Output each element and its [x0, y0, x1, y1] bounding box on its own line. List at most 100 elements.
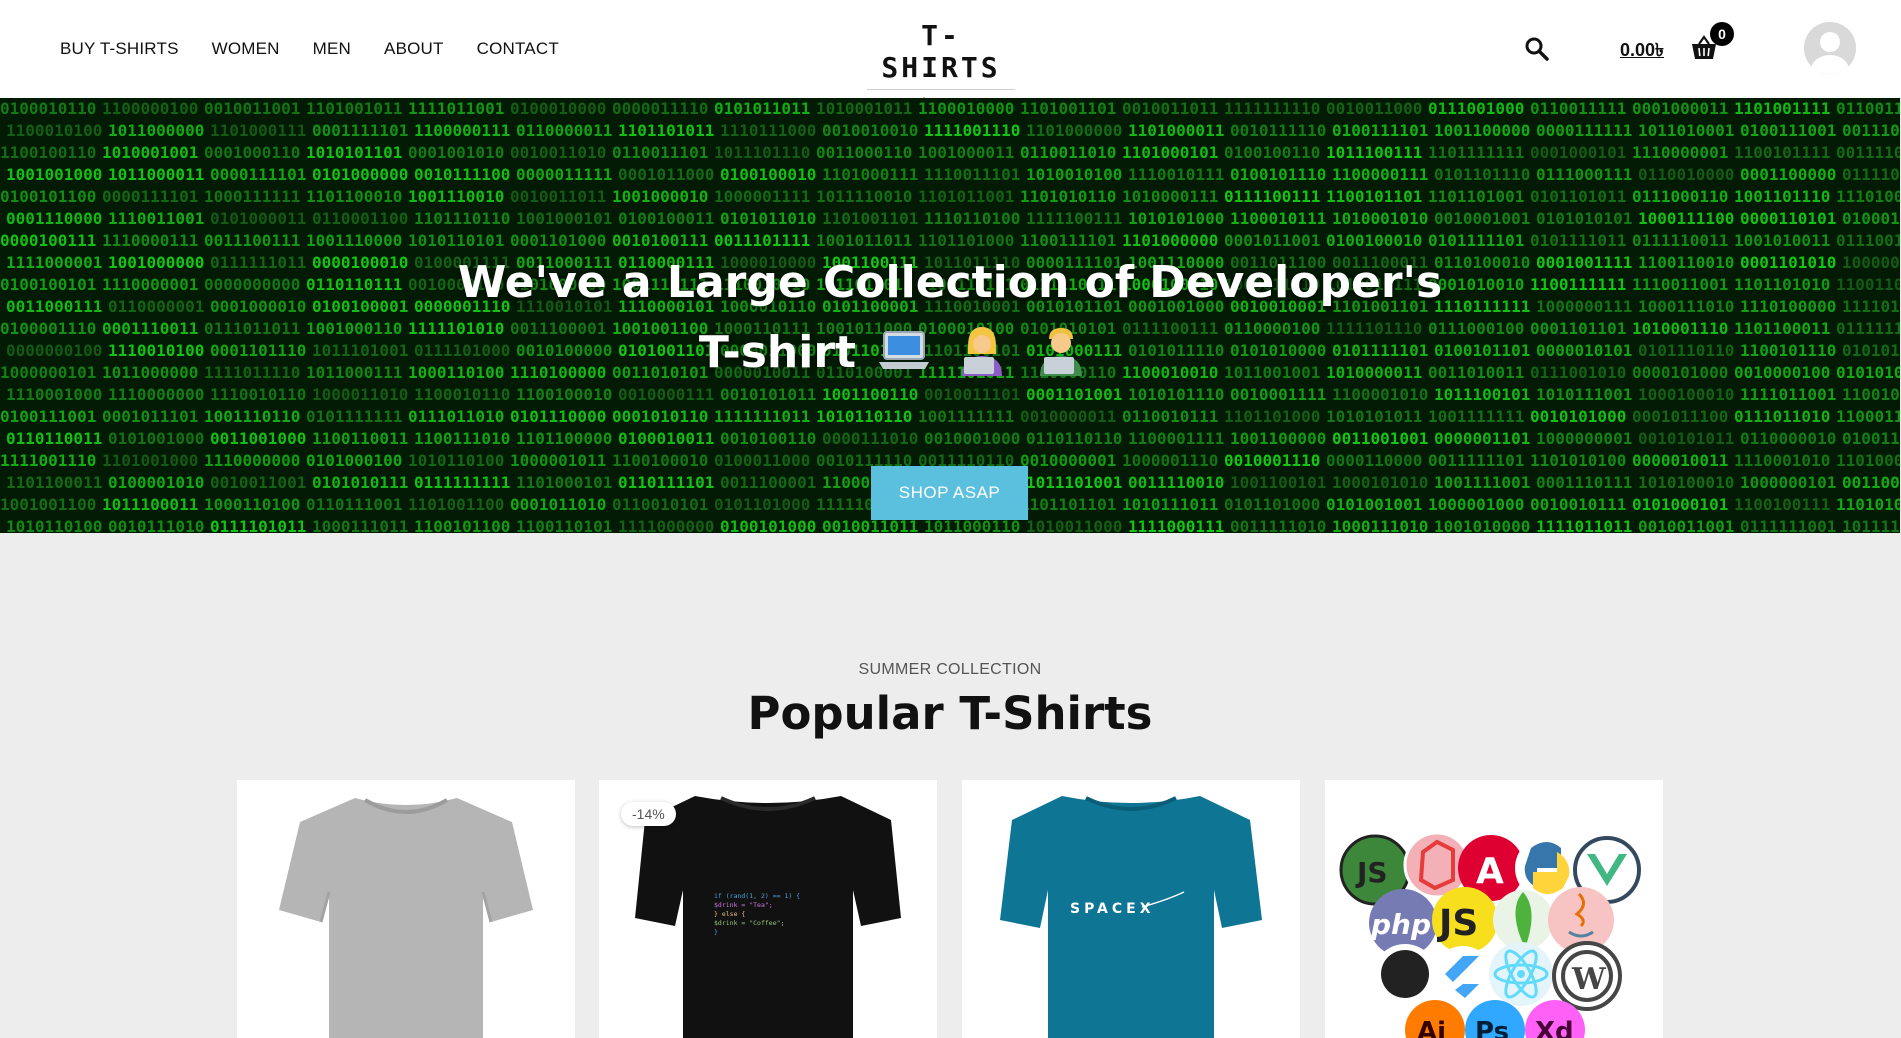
svg-text:1111000111: 1111000111: [1128, 517, 1224, 533]
svg-text:0000111101: 0000111101: [102, 187, 198, 206]
svg-text:0010011010: 0010011010: [510, 143, 606, 162]
svg-text:0110011110: 0110011110: [1836, 99, 1900, 118]
svg-text:0100010000: 0100010000: [510, 99, 606, 118]
product-card-code-tshirt[interactable]: if (rand(1, 2) == 1) { $drink = "Tea"; }…: [599, 780, 937, 1038]
svg-text:1001110110: 1001110110: [204, 407, 300, 426]
svg-text:1010101000: 1010101000: [1128, 209, 1224, 228]
man-technologist-emoji: [1040, 328, 1082, 376]
svg-text:1101001011: 1101001011: [306, 99, 402, 118]
svg-text:0010101011: 0010101011: [1638, 429, 1734, 448]
svg-text:0100111101: 0100111101: [1332, 121, 1428, 140]
svg-text:1110011101: 1110011101: [924, 165, 1020, 184]
svg-text:0001001010: 0001001010: [408, 143, 504, 162]
svg-text:0110110110: 0110110110: [1026, 429, 1122, 448]
svg-text:1010000111: 1010000111: [1122, 187, 1218, 206]
svg-text:1010001011: 1010001011: [816, 99, 912, 118]
svg-text:1001111111: 1001111111: [1428, 407, 1524, 426]
svg-text:1101001101: 1101001101: [1020, 99, 1116, 118]
svg-text:1001100101: 1001100101: [1230, 473, 1326, 492]
svg-text:0110010000: 0110010000: [1638, 165, 1734, 184]
hero-banner: 0100010110 1100010100 1100100110 1001001000…: [0, 98, 1900, 533]
svg-text:1101000101: 1101000101: [1122, 143, 1218, 162]
product-card-tech-logos[interactable]: JS A php JS W Ai Ps Xd: [1325, 780, 1663, 1038]
svg-text:1001000010: 1001000010: [612, 187, 708, 206]
main-nav: BUY T-SHIRTS WOMEN MEN ABOUT CONTACT: [60, 0, 559, 98]
svg-text:0000110000: 0000110000: [1326, 451, 1422, 470]
svg-text:0101000000: 0101000000: [312, 165, 408, 184]
svg-text:0100010110: 0100010110: [0, 99, 96, 118]
print-line-5: }: [714, 928, 718, 936]
svg-text:0000111010: 0000111010: [822, 429, 918, 448]
cart-count-badge: 0: [1710, 22, 1734, 46]
svg-text:1101001100: 1101001100: [408, 495, 504, 514]
svg-text:1111001110: 1111001110: [924, 121, 1020, 140]
svg-text:0101101000: 0101101000: [1224, 495, 1320, 514]
hero-emoji-row: [876, 324, 1088, 376]
svg-text:1000111111: 1000111111: [204, 187, 300, 206]
svg-text:1010001001: 1010001001: [102, 143, 198, 162]
svg-text:0001110111: 0001110111: [1536, 473, 1632, 492]
svg-text:1101101011: 1101101011: [618, 121, 714, 140]
svg-text:0010000001: 0010000001: [1020, 451, 1116, 470]
nav-about[interactable]: ABOUT: [384, 39, 444, 59]
svg-text:1001010000: 1001010000: [1434, 517, 1530, 533]
svg-text:0100101000: 0100101000: [720, 517, 816, 533]
svg-text:1001111111: 1001111111: [918, 407, 1014, 426]
svg-text:1010110110: 1010110110: [816, 407, 912, 426]
svg-text:1100000100: 1100000100: [102, 99, 198, 118]
nav-men[interactable]: MEN: [313, 39, 351, 59]
svg-text:0001100000: 0001100000: [1740, 165, 1836, 184]
svg-text:0100101100: 0100101100: [0, 187, 96, 206]
search-icon[interactable]: [1522, 34, 1552, 64]
user-avatar-icon[interactable]: [1804, 22, 1856, 74]
svg-text:0111101011: 0111101011: [210, 517, 306, 533]
svg-text:1101111111: 1101111111: [1428, 143, 1524, 162]
svg-text:1101001111: 1101001111: [1734, 99, 1830, 118]
svg-text:0000111101: 0000111101: [210, 165, 306, 184]
svg-text:1010100010: 1010100010: [1638, 473, 1734, 492]
shop-asap-button[interactable]: SHOP ASAP: [871, 466, 1028, 520]
svg-text:0101111111: 0101111111: [306, 407, 402, 426]
svg-text:0110011111: 0110011111: [1530, 99, 1626, 118]
cart-total[interactable]: 0.00৳: [1620, 36, 1664, 67]
print-line-4: $drink = "Coffee";: [714, 919, 784, 927]
svg-text:0010101000: 0010101000: [1530, 407, 1626, 426]
svg-text:1000111010: 1000111010: [1332, 517, 1428, 533]
svg-text:0100011000: 0100011000: [714, 451, 810, 470]
svg-text:1001100000: 1001100000: [1434, 121, 1530, 140]
svg-text:1100000111: 1100000111: [414, 121, 510, 140]
svg-text:0111101000: 0111101000: [1842, 165, 1900, 184]
svg-text:1100001111: 1100001111: [1128, 429, 1224, 448]
logo-text-xd: Xd: [1535, 1017, 1574, 1038]
svg-text:0001011000: 0001011000: [618, 165, 714, 184]
product-card-spacex-tshirt[interactable]: SPACEX: [962, 780, 1300, 1038]
svg-text:1100010111: 1100010111: [1230, 209, 1326, 228]
svg-text:0010011001: 0010011001: [1638, 517, 1734, 533]
product-card-grey-tshirt[interactable]: [237, 780, 575, 1038]
nav-women[interactable]: WOMEN: [212, 39, 280, 59]
nav-contact[interactable]: CONTACT: [477, 39, 559, 59]
hero-title-line1: We've a Large Collection of Developer's: [457, 257, 1443, 308]
svg-text:0010111010: 0010111010: [108, 517, 204, 533]
print-line-1: if (rand(1, 2) == 1) {: [714, 892, 800, 900]
svg-text:0110001100: 0110001100: [312, 209, 408, 228]
svg-text:0110011101: 0110011101: [612, 143, 708, 162]
svg-text:1100101101: 1100101101: [1326, 187, 1422, 206]
svg-text:0101001000: 0101001000: [108, 429, 204, 448]
nav-buy-tshirts[interactable]: BUY T-SHIRTS: [60, 39, 179, 59]
svg-text:0000110101: 0000110101: [1740, 209, 1836, 228]
svg-text:1010101011: 1010101011: [1326, 407, 1422, 426]
svg-text:1011101110: 1011101110: [714, 143, 810, 162]
svg-text:0001110000: 0001110000: [6, 209, 102, 228]
svg-text:1010111011: 1010111011: [1122, 495, 1218, 514]
svg-text:0101000101: 0101000101: [1632, 495, 1728, 514]
svg-text:1000101010: 1000101010: [1332, 473, 1428, 492]
svg-text:1000001111: 1000001111: [714, 187, 810, 206]
svg-text:1011100111: 1011100111: [1326, 143, 1422, 162]
svg-text:0011001000: 0011001000: [210, 429, 306, 448]
svg-text:1010001010: 1010001010: [1332, 209, 1428, 228]
svg-text:0010010010: 0010010010: [822, 121, 918, 140]
svg-text:0010000011: 0010000011: [1020, 407, 1116, 426]
svg-text:0011001001: 0011001001: [1332, 429, 1428, 448]
svg-text:1111000000: 1111000000: [618, 517, 714, 533]
